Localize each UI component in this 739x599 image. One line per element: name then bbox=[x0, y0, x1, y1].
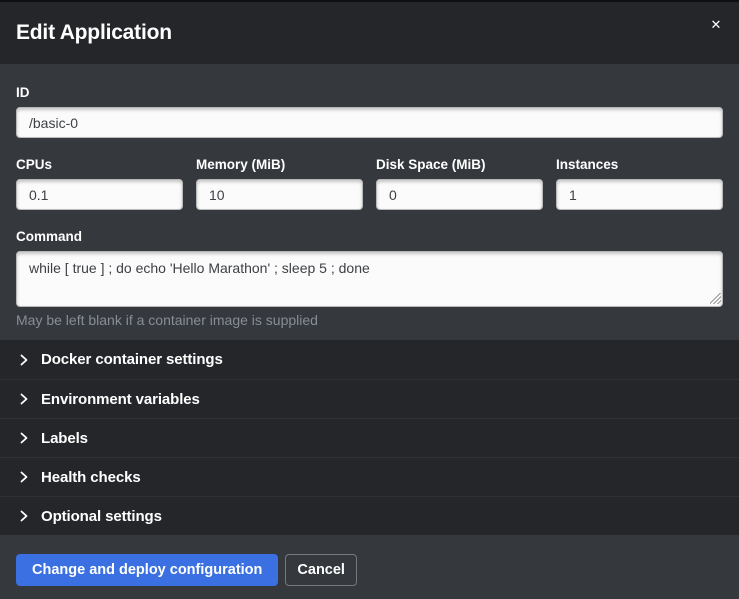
id-input[interactable] bbox=[16, 107, 723, 138]
cpus-input[interactable] bbox=[16, 179, 183, 210]
id-field-group: ID bbox=[16, 85, 723, 138]
section-docker-container-settings[interactable]: Docker container settings bbox=[0, 340, 739, 379]
chevron-right-icon bbox=[16, 352, 32, 368]
section-labels[interactable]: Labels bbox=[0, 418, 739, 457]
resources-field-row: CPUs Memory (MiB) Disk Space (MiB) Insta… bbox=[16, 157, 723, 210]
cancel-button[interactable]: Cancel bbox=[285, 554, 357, 586]
chevron-right-icon bbox=[16, 430, 32, 446]
section-title: Labels bbox=[41, 430, 88, 447]
command-helper-text: May be left blank if a container image i… bbox=[16, 312, 723, 328]
modal-footer: Change and deploy configuration Cancel bbox=[0, 535, 739, 599]
section-title: Optional settings bbox=[41, 508, 162, 525]
instances-label: Instances bbox=[556, 157, 723, 172]
memory-label: Memory (MiB) bbox=[196, 157, 363, 172]
command-textarea[interactable]: while [ true ] ; do echo 'Hello Marathon… bbox=[16, 251, 723, 307]
cpus-label: CPUs bbox=[16, 157, 183, 172]
chevron-right-icon bbox=[16, 391, 32, 407]
command-label: Command bbox=[16, 229, 723, 244]
disk-space-field-group: Disk Space (MiB) bbox=[376, 157, 543, 210]
collapsible-sections: Docker container settings Environment va… bbox=[0, 340, 739, 535]
instances-input[interactable] bbox=[556, 179, 723, 210]
disk-space-label: Disk Space (MiB) bbox=[376, 157, 543, 172]
modal-title: Edit Application bbox=[16, 21, 172, 45]
disk-space-input[interactable] bbox=[376, 179, 543, 210]
cpus-field-group: CPUs bbox=[16, 157, 183, 210]
application-form: ID CPUs Memory (MiB) Disk Space (MiB) In… bbox=[0, 64, 739, 340]
memory-input[interactable] bbox=[196, 179, 363, 210]
id-label: ID bbox=[16, 85, 723, 100]
memory-field-group: Memory (MiB) bbox=[196, 157, 363, 210]
section-title: Docker container settings bbox=[41, 351, 223, 368]
section-title: Environment variables bbox=[41, 391, 200, 408]
section-optional-settings[interactable]: Optional settings bbox=[0, 496, 739, 535]
section-health-checks[interactable]: Health checks bbox=[0, 457, 739, 496]
command-field-group: Command while [ true ] ; do echo 'Hello … bbox=[16, 229, 723, 328]
close-icon[interactable]: ✕ bbox=[705, 14, 727, 36]
instances-field-group: Instances bbox=[556, 157, 723, 210]
modal-header: Edit Application ✕ bbox=[0, 2, 739, 64]
section-title: Health checks bbox=[41, 469, 141, 486]
edit-application-modal: Edit Application ✕ ID CPUs Memory (MiB) … bbox=[0, 0, 739, 599]
chevron-right-icon bbox=[16, 469, 32, 485]
section-environment-variables[interactable]: Environment variables bbox=[0, 379, 739, 418]
change-and-deploy-button[interactable]: Change and deploy configuration bbox=[16, 554, 278, 586]
chevron-right-icon bbox=[16, 508, 32, 524]
